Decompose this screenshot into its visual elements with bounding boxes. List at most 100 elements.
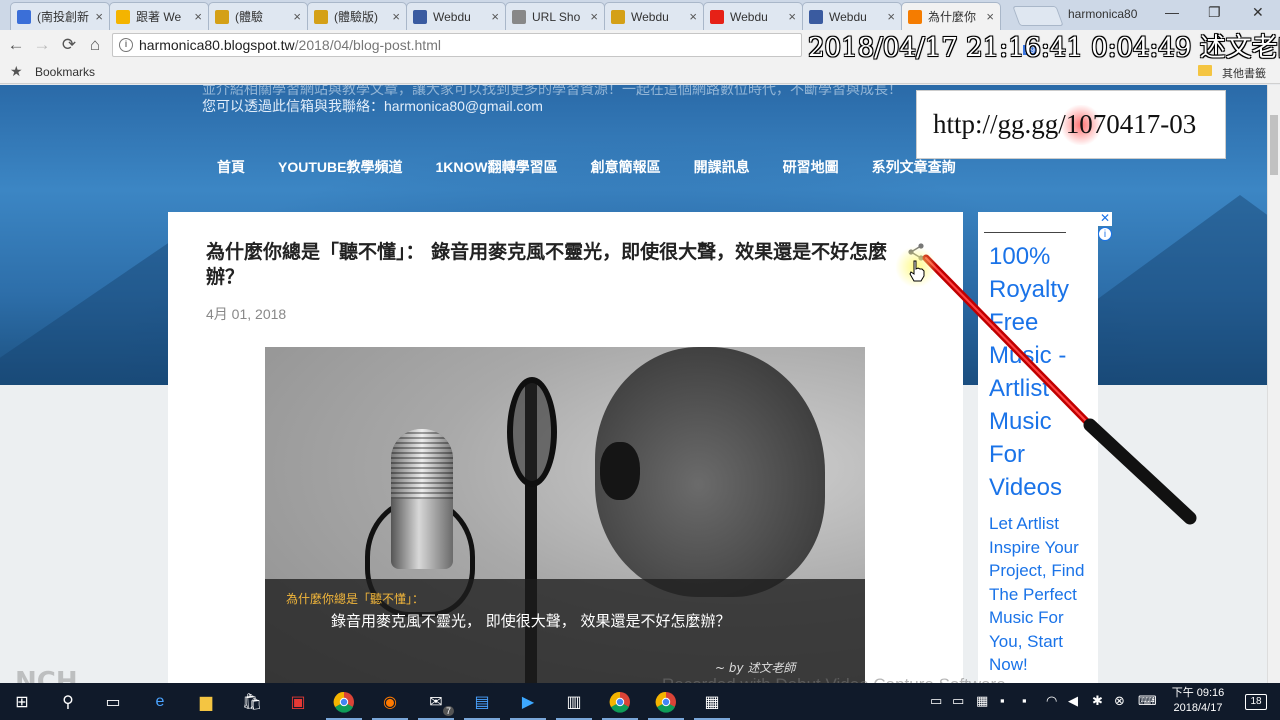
info-icon[interactable]: i — [119, 38, 133, 52]
ad-close-icon[interactable]: ✕ — [1098, 212, 1112, 226]
home-icon[interactable]: ⌂ — [84, 34, 106, 56]
nav-series-search[interactable]: 系列文章查詢 — [872, 157, 956, 177]
bookmarks-label[interactable]: Bookmarks — [35, 65, 95, 79]
tab-close-icon[interactable]: × — [986, 9, 994, 24]
file-explorer-icon[interactable]: ▆ — [194, 690, 218, 714]
tab-close-icon[interactable]: × — [194, 9, 202, 24]
clock-date: 2018/4/17 — [1173, 702, 1223, 714]
browser-tab[interactable]: (體驗版) × — [307, 2, 407, 30]
close-tray-icon[interactable]: ⊗ — [1114, 693, 1125, 709]
ad-headline[interactable]: 100% Royalty Free Music - Artlist Music … — [989, 240, 1094, 504]
nav-youtube[interactable]: YOUTUBE教學頻道 — [278, 157, 402, 177]
sidebar-ad[interactable]: 100% Royalty Free Music - Artlist Music … — [978, 212, 1098, 683]
nav-courses[interactable]: 開課訊息 — [694, 157, 750, 177]
task-view-icon[interactable]: ▭ — [101, 690, 125, 714]
close-window-button[interactable]: ✕ — [1252, 4, 1264, 21]
taskbar-clock[interactable]: 下午 09:16 2018/4/17 — [1163, 686, 1233, 716]
tab-label: URL Sho — [532, 9, 581, 24]
app-icon-save[interactable]: ▥ — [556, 690, 592, 720]
recorder-watermark: Recorded with Debut Video Capture Softwa… — [662, 675, 1006, 683]
nav-1know[interactable]: 1KNOW翻轉學習區 — [435, 157, 557, 177]
forward-icon[interactable]: → — [31, 34, 53, 56]
chrome-icon-3[interactable] — [648, 690, 684, 720]
reload-icon[interactable]: ⟳ — [58, 34, 80, 56]
star-icon[interactable]: ★ — [10, 63, 23, 80]
post-title[interactable]: 為什麼你總是「聽不懂」： 錄音用麥克風不靈光，即使很大聲，效果還是不好怎麼辦？ — [206, 240, 896, 290]
app-icon-red[interactable]: ▣ — [286, 690, 310, 714]
browser-tab[interactable]: (南投創新 × — [10, 2, 110, 30]
mail-icon[interactable]: ✉ 7 — [418, 690, 454, 720]
blog-contact-line: 您可以透過此信箱與我聯絡：harmonica80@gmail.com — [202, 98, 543, 114]
tab-close-icon[interactable]: × — [788, 9, 796, 24]
keyboard-icon[interactable]: ⌨ — [1138, 693, 1157, 709]
app-icon-blue[interactable]: ▤ — [464, 690, 500, 720]
browser-tab[interactable]: 為什麼你 × — [901, 2, 1001, 30]
address-bar[interactable]: i harmonica80.blogspot.tw/2018/04/blog-p… — [112, 33, 802, 57]
tray-icon[interactable]: ▭ — [952, 693, 964, 709]
new-tab-button[interactable] — [1012, 6, 1064, 26]
chrome-icon[interactable] — [326, 690, 362, 720]
maximize-button[interactable]: ❐ — [1208, 4, 1221, 21]
web-content: 並介紹相關學習網站與教學文章，讓大家可以找到更多的學習資源！一起在這個網路數位時… — [0, 85, 1267, 683]
tab-label: (南投創新 — [37, 10, 89, 24]
tab-close-icon[interactable]: × — [590, 9, 598, 24]
back-icon[interactable]: ← — [5, 34, 27, 56]
tray-icon[interactable]: ▪ — [1022, 693, 1027, 708]
notification-center-icon[interactable]: 18 — [1245, 694, 1267, 710]
image-caption-author: ~ by 述文老師 — [715, 661, 796, 675]
profile-name[interactable]: harmonica80 — [1068, 7, 1137, 21]
browser-tab[interactable]: Webdu × — [406, 2, 506, 30]
short-url-overlay: http://gg.gg/1070417-03 — [916, 90, 1226, 159]
tab-close-icon[interactable]: × — [293, 9, 301, 24]
start-icon[interactable]: ⊞ — [10, 690, 34, 714]
tray-icon[interactable]: ▭ — [930, 693, 942, 709]
media-player-icon[interactable]: ▶ — [510, 690, 546, 720]
tab-label: (體驗 — [235, 10, 263, 24]
ad-info-icon[interactable]: i — [1098, 227, 1112, 241]
tab-close-icon[interactable]: × — [491, 9, 499, 24]
windows-taskbar: ⊞ ⚲ ▭ e ▆ 🛍 ▣ ◉ ✉ 7 ▤ ▶ ▥ ▦ ▭ ▭ ▦ ▪ ▪ ◠ ◀… — [0, 683, 1280, 720]
tab-close-icon[interactable]: × — [392, 9, 400, 24]
store-icon[interactable]: 🛍 — [240, 690, 264, 714]
browser-tab[interactable]: (體驗 × — [208, 2, 308, 30]
minimize-button[interactable]: — — [1165, 4, 1179, 20]
wifi-icon[interactable]: ◠ — [1046, 693, 1057, 709]
browser-tab[interactable]: Webdu × — [703, 2, 803, 30]
post-image: 為什麼你總是「聽不懂」： 錄音用麥克風不靈光， 即使很大聲， 效果還是不好怎麼辦… — [265, 347, 865, 683]
edge-icon[interactable]: e — [148, 690, 172, 714]
hand-cursor-icon — [909, 260, 925, 282]
browser-tab[interactable]: URL Sho × — [505, 2, 605, 30]
nav-presentation[interactable]: 創意簡報區 — [591, 157, 661, 177]
tray-icon[interactable]: ▦ — [976, 693, 988, 709]
other-bookmarks[interactable]: 其他書籤 — [1222, 65, 1266, 81]
browser-tab[interactable]: Webdu × — [802, 2, 902, 30]
tab-close-icon[interactable]: × — [689, 9, 697, 24]
search-icon[interactable]: ⚲ — [56, 690, 80, 714]
favicon-icon — [710, 9, 724, 24]
firefox-icon[interactable]: ◉ — [372, 690, 408, 720]
url-path: /2018/04/blog-post.html — [294, 37, 441, 53]
tab-strip: (南投創新 × 跟著 We × (體驗 × (體驗版) × Webdu × URL Sho × Webd… — [0, 0, 1280, 30]
clock-time: 下午 09:16 — [1171, 687, 1225, 699]
tab-label: Webdu — [631, 9, 669, 24]
browser-tab[interactable]: 跟著 We × — [109, 2, 209, 30]
post-card: 為什麼你總是「聽不懂」： 錄音用麥克風不靈光，即使很大聲，效果還是不好怎麼辦？ … — [168, 212, 963, 683]
nav-home[interactable]: 首頁 — [217, 157, 245, 177]
tab-label: 為什麼你 — [928, 10, 977, 24]
folder-icon — [1198, 65, 1212, 76]
volume-icon[interactable]: ◀ — [1068, 693, 1078, 709]
page-scrollbar[interactable] — [1267, 85, 1280, 683]
tab-close-icon[interactable]: × — [887, 9, 895, 24]
blog-nav: 首頁 YOUTUBE教學頻道 1KNOW翻轉學習區 創意簡報區 開課訊息 研習地… — [217, 157, 989, 177]
security-icon[interactable]: ✱ — [1092, 693, 1103, 709]
tray-icon[interactable]: ▪ — [1000, 693, 1005, 708]
nav-map[interactable]: 研習地圖 — [783, 157, 839, 177]
scroll-thumb[interactable] — [1270, 115, 1278, 175]
app-icon-grid[interactable]: ▦ — [694, 690, 730, 720]
ad-body[interactable]: Let Artlist Inspire Your Project, Find T… — [989, 512, 1095, 677]
browser-tab[interactable]: Webdu × — [604, 2, 704, 30]
tab-close-icon[interactable]: × — [95, 9, 103, 24]
ad-divider — [984, 232, 1066, 233]
favicon-icon — [17, 9, 31, 24]
chrome-icon-2[interactable] — [602, 690, 638, 720]
